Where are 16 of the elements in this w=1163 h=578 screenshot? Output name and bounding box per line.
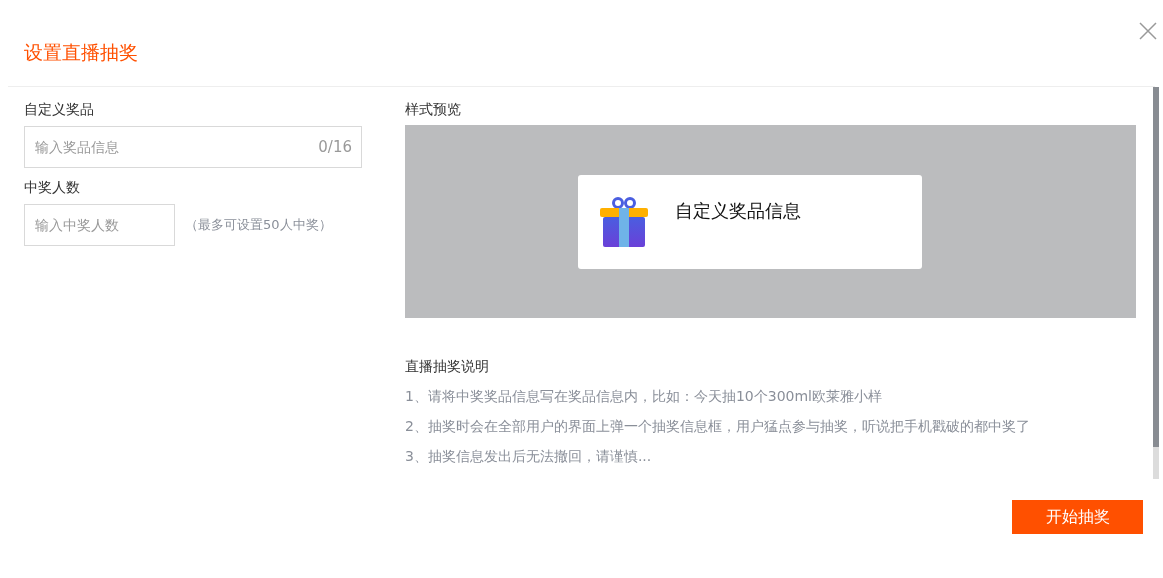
winners-input-field[interactable]: 输入中奖人数 (24, 204, 175, 246)
note-text: 1、请将中奖奖品信息写在奖品信息内，比如：今天抽10个300ml欧莱雅小样 (405, 387, 883, 406)
prize-card-text: 自定义奖品信息 (674, 198, 801, 223)
note-text: 2、抽奖时会在全部用户的界面上弹一个抽奖信息框，用户猛点参与抽奖，听说把手机戳破的都中奖了 (405, 417, 1031, 436)
start-lottery-button[interactable]: 开始抽奖 (1012, 500, 1143, 534)
preview-label: 样式预览 (405, 100, 462, 119)
close-icon (1139, 22, 1157, 40)
field-label: 中奖人数 (24, 178, 81, 197)
note-text: 3、抽奖信息发出后无法撤回，请谨慎... (405, 447, 653, 466)
close-button[interactable] (1139, 22, 1157, 40)
notes-title: 直播抽奖说明 (405, 357, 490, 376)
scrollbar-thumb[interactable] (1153, 87, 1159, 447)
field-label: 自定义奖品 (24, 100, 95, 119)
dialog-title: 设置直播抽奖 (24, 39, 138, 65)
hint-text: （最多可设置50人中奖） (185, 216, 332, 235)
character-counter: 0/16 (318, 137, 352, 157)
